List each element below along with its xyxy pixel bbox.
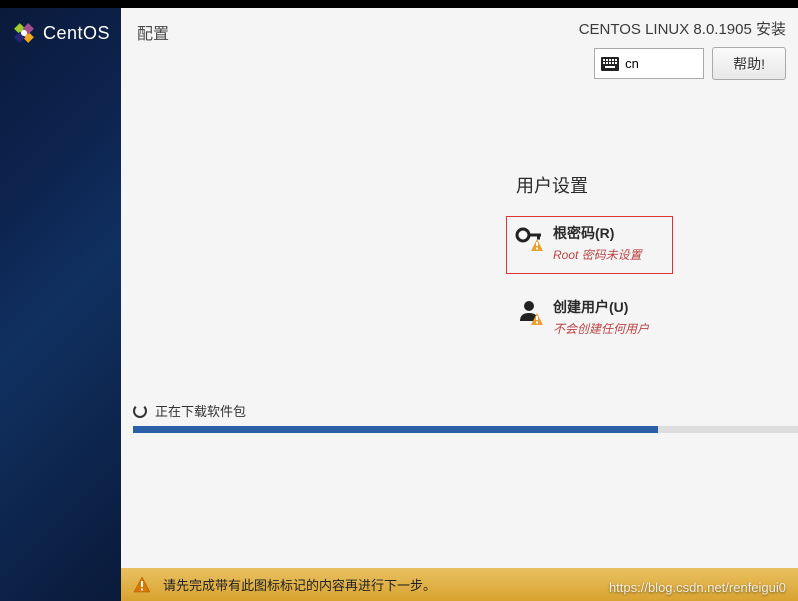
section-title: 用户设置 <box>516 172 798 198</box>
progress-text: 正在下载软件包 <box>155 401 246 420</box>
root-password-text: 根密码(R) Root 密码未设置 <box>553 223 642 263</box>
header-controls: cn 帮助! <box>594 47 786 80</box>
header: 配置 CENTOS LINUX 8.0.1905 安装 <box>121 8 798 92</box>
help-button[interactable]: 帮助! <box>712 47 786 80</box>
main-panel: 配置 CENTOS LINUX 8.0.1905 安装 <box>121 8 798 568</box>
content-area: 用户设置 根密码(R) Root 密码未设置 <box>121 92 798 348</box>
root-password-title: 根密码(R) <box>553 223 642 243</box>
progress-area: 正在下载软件包 <box>133 401 798 433</box>
progress-line: 正在下载软件包 <box>133 401 798 420</box>
root-password-subtitle: Root 密码未设置 <box>553 246 642 263</box>
create-user-option[interactable]: 创建用户(U) 不会创建任何用户 <box>506 290 673 348</box>
installer-title: CENTOS LINUX 8.0.1905 安装 <box>579 18 786 39</box>
watermark: https://blog.csdn.net/renfeigui0 <box>609 580 786 595</box>
brand-text: CentOS <box>43 23 110 44</box>
keyboard-layout-selector[interactable]: cn <box>594 48 704 79</box>
sidebar: CentOS <box>0 8 121 601</box>
key-icon <box>515 225 543 251</box>
progress-bar <box>133 426 798 433</box>
header-right: CENTOS LINUX 8.0.1905 安装 <box>579 18 786 80</box>
root-password-option[interactable]: 根密码(R) Root 密码未设置 <box>506 216 673 274</box>
create-user-subtitle: 不会创建任何用户 <box>553 320 649 337</box>
centos-logo-icon <box>11 20 37 46</box>
top-black-bar <box>0 0 798 8</box>
brand-logo: CentOS <box>11 20 110 46</box>
keyboard-icon <box>601 57 619 71</box>
locale-value: cn <box>625 56 639 71</box>
user-icon <box>515 299 543 325</box>
page-title: 配置 <box>137 18 169 44</box>
warning-icon <box>133 576 151 594</box>
create-user-title: 创建用户(U) <box>553 297 649 317</box>
warning-text: 请先完成带有此图标标记的内容再进行下一步。 <box>163 575 436 594</box>
progress-fill <box>133 426 658 433</box>
create-user-text: 创建用户(U) 不会创建任何用户 <box>553 297 649 337</box>
spinner-icon <box>133 404 147 418</box>
